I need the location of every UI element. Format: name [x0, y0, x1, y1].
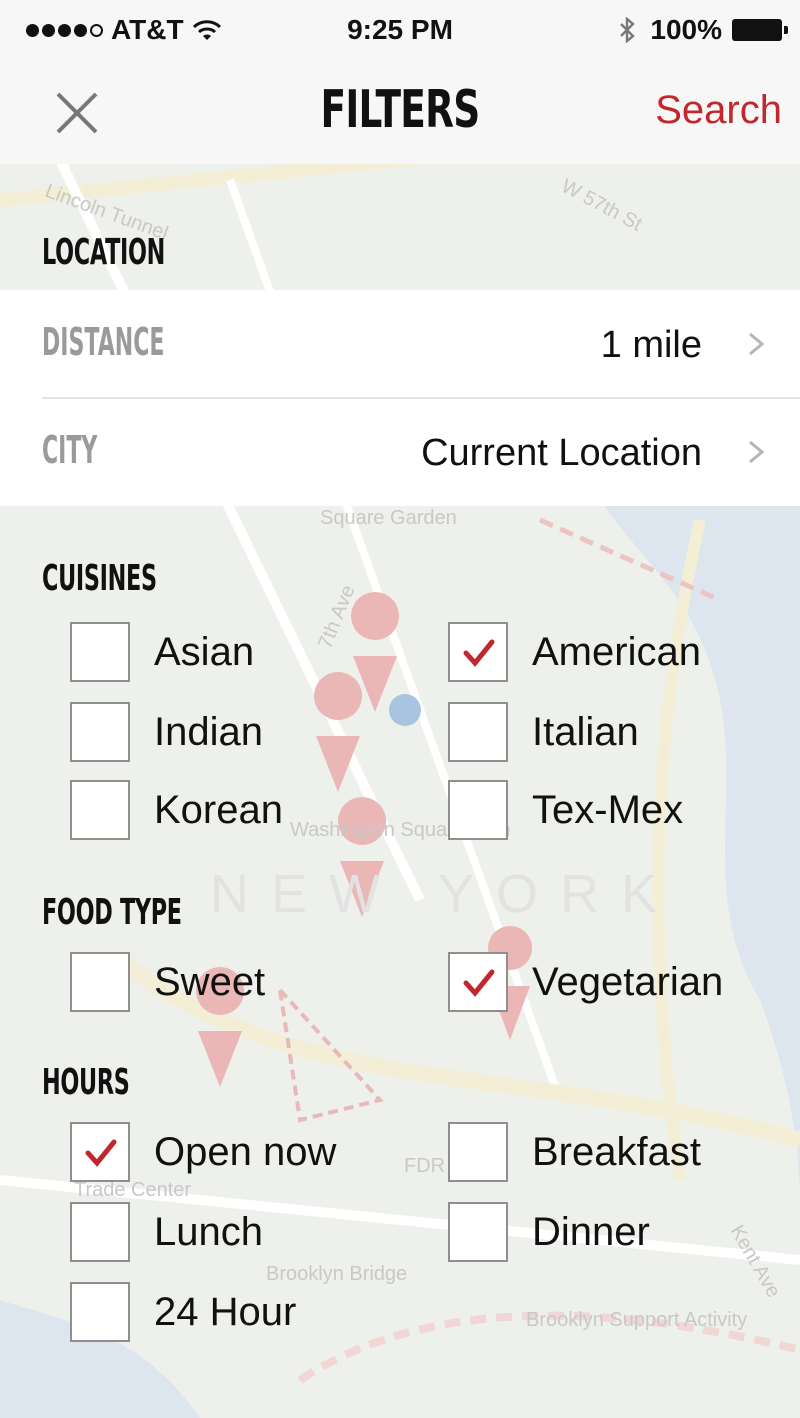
- status-bar: AT&T 9:25 PM 100%: [0, 0, 800, 58]
- location-panel: DISTANCE 1 mile CITY Current Location: [0, 290, 800, 506]
- checkbox-label: Asian: [154, 630, 255, 674]
- checkbox-label: American: [532, 630, 701, 674]
- section-heading-location: LOCATION: [42, 232, 166, 273]
- checkbox-label: Open now: [154, 1130, 337, 1174]
- chevron-right-icon: [749, 332, 765, 356]
- checkbox-box[interactable]: [70, 780, 130, 840]
- section-heading-hours: HOURS: [42, 1062, 130, 1103]
- distance-row[interactable]: DISTANCE 1 mile: [0, 290, 800, 399]
- battery-icon: [732, 19, 788, 41]
- section-heading-cuisines: CUISINES: [42, 558, 157, 599]
- filters-screen: AT&T 9:25 PM 100% FILTERS Search LOCATIO…: [0, 0, 800, 1418]
- distance-value: 1 mile: [600, 324, 702, 366]
- checkbox-box[interactable]: [448, 1202, 508, 1262]
- checkbox-box[interactable]: [70, 1122, 130, 1182]
- checkbox-box[interactable]: [448, 702, 508, 762]
- checkbox-box[interactable]: [70, 1202, 130, 1262]
- checkbox-box[interactable]: [70, 1282, 130, 1342]
- search-button[interactable]: Search: [655, 88, 782, 133]
- checkbox-box[interactable]: [70, 702, 130, 762]
- checkbox-label: Dinner: [532, 1210, 650, 1254]
- checkbox-label: Korean: [154, 788, 283, 832]
- distance-label: DISTANCE: [42, 320, 165, 364]
- checkbox-label: 24 Hour: [154, 1290, 297, 1334]
- nav-bar: FILTERS Search: [0, 58, 800, 164]
- checkbox-box[interactable]: [70, 622, 130, 682]
- checkbox-label: Sweet: [154, 960, 266, 1004]
- battery-percent: 100%: [650, 14, 722, 45]
- city-row[interactable]: CITY Current Location: [0, 398, 800, 506]
- chevron-right-icon: [749, 440, 765, 464]
- section-heading-food-type: FOOD TYPE: [42, 892, 182, 933]
- bluetooth-icon: [620, 17, 636, 43]
- checkbox-label: Breakfast: [532, 1130, 701, 1174]
- checkbox-box[interactable]: [448, 952, 508, 1012]
- city-label: CITY: [42, 428, 98, 472]
- checkbox-box[interactable]: [448, 622, 508, 682]
- checkbox-box[interactable]: [448, 1122, 508, 1182]
- checkbox-box[interactable]: [448, 780, 508, 840]
- close-icon[interactable]: [46, 88, 106, 138]
- checkmark-icon: [85, 1139, 117, 1167]
- checkbox-box[interactable]: [70, 952, 130, 1012]
- checkbox-label: Vegetarian: [532, 960, 724, 1004]
- checkbox-label: Tex-Mex: [532, 788, 684, 832]
- checkbox-label: Indian: [154, 710, 263, 754]
- checkbox-label: Lunch: [154, 1210, 263, 1254]
- checkmark-icon: [463, 969, 495, 997]
- checkbox-label: Italian: [532, 710, 639, 754]
- page-title: FILTERS: [320, 80, 480, 140]
- checkmark-icon: [463, 639, 495, 667]
- city-value: Current Location: [421, 432, 702, 474]
